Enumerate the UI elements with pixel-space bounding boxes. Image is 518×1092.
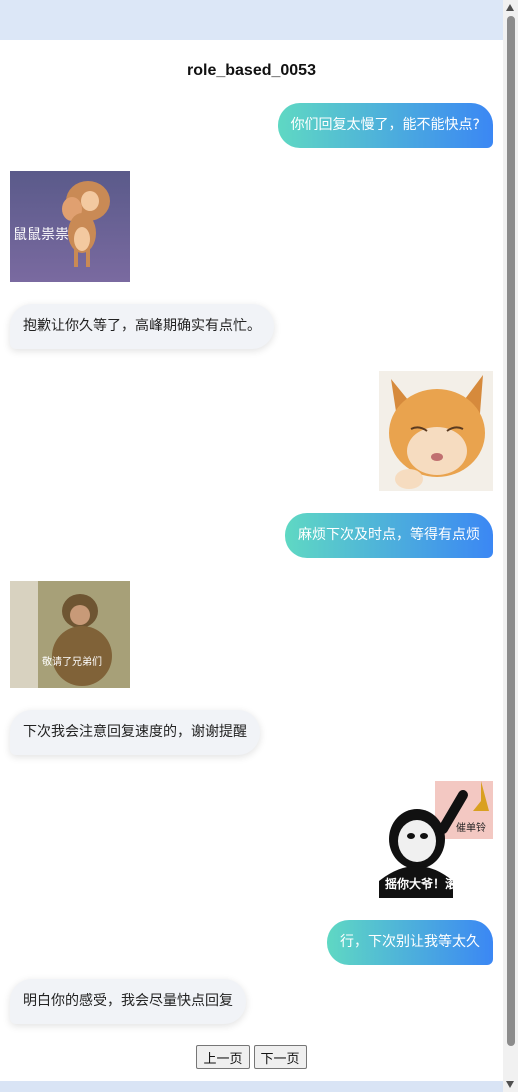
- bottom-band: [0, 1081, 503, 1092]
- panda-caption: 摇你大爷！滚！！: [385, 876, 481, 891]
- chat-title: role_based_0053: [187, 62, 316, 79]
- user-message: 行，下次别让我等太久: [327, 920, 493, 965]
- scroll-thumb[interactable]: [507, 16, 515, 1046]
- monkey-sticker: 敬请了兄弟们: [10, 581, 130, 688]
- chat-panel: role_based_0053 你们回复太慢了，能不能快点? 鼠鼠祟祟 抱歉让你…: [0, 40, 503, 1081]
- user-message: 麻烦下次及时点，等得有点烦: [285, 513, 493, 558]
- scroll-down-icon[interactable]: [506, 1081, 514, 1088]
- bot-message: 明白你的感受，我会尽量快点回复: [10, 979, 246, 1024]
- mouse-sticker: 鼠鼠祟祟: [10, 171, 130, 282]
- monkey-caption: 敬请了兄弟们: [42, 655, 102, 668]
- cat-sticker: [379, 371, 493, 491]
- bot-message: 下次我会注意回复速度的，谢谢提醒: [10, 710, 260, 755]
- user-message: 你们回复太慢了，能不能快点?: [277, 103, 493, 148]
- vertical-scrollbar[interactable]: [503, 0, 518, 1092]
- panda-meme-sticker: 催单铃 摇你大爷！滚！！: [369, 781, 493, 898]
- panda-sign: 催单铃: [456, 821, 486, 834]
- next-page-button[interactable]: 下一页: [253, 1045, 307, 1069]
- bot-message: 抱歉让你久等了，高峰期确实有点忙。: [10, 304, 274, 349]
- prev-page-button[interactable]: 上一页: [196, 1045, 250, 1069]
- pagination: 上一页 下一页: [0, 1045, 503, 1069]
- mouse-caption: 鼠鼠祟祟: [13, 227, 69, 243]
- top-band: [0, 0, 503, 40]
- scroll-up-icon[interactable]: [506, 4, 514, 11]
